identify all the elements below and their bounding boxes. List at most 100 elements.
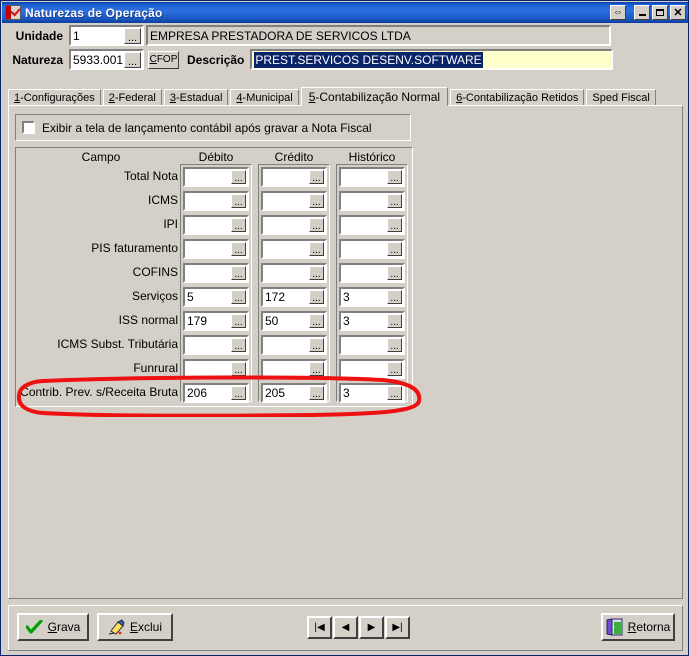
tab-contabilizacao-retidos[interactable]: 6 -Contabilização Retidos [450,89,585,106]
tab-municipal[interactable]: 4 -Municipal [230,89,299,106]
cell-lookup-button[interactable]: ... [387,218,402,232]
cell-credito-ipi[interactable]: ... [261,215,327,235]
cell-debito-iss-normal[interactable]: 179... [183,311,249,331]
cell-credito-total-nota[interactable]: ... [261,167,327,187]
cell-lookup-button[interactable]: ... [309,386,324,400]
cell-debito-funrural[interactable]: ... [183,359,249,379]
close-button[interactable]: ✕ [670,5,686,20]
minimize-button[interactable] [634,5,650,20]
cell-lookup-button[interactable]: ... [387,266,402,280]
nav-previous-button[interactable]: ◀ [333,616,358,639]
debito-column-header: Débito [198,150,234,164]
window-title: Naturezas de Operação [25,5,163,20]
cell-historico-contrib-prev[interactable]: 3... [339,383,405,403]
cell-lookup-button[interactable]: ... [387,362,402,376]
cell-historico-funrural[interactable]: ... [339,359,405,379]
cell-credito-cofins[interactable]: ... [261,263,327,283]
app-checkmark-icon [5,5,21,20]
cell-lookup-button[interactable]: ... [387,290,402,304]
cell-lookup-button[interactable]: ... [231,218,246,232]
cell-lookup-button[interactable]: ... [309,218,324,232]
tab-sped-fiscal[interactable]: Sped Fiscal [586,89,656,106]
cell-lookup-button[interactable]: ... [231,242,246,256]
cell-credito-contrib-prev[interactable]: 205... [261,383,327,403]
exclui-label: Exclui [129,620,163,634]
unidade-lookup-button[interactable]: ... [124,27,141,44]
cell-lookup-button[interactable]: ... [309,314,324,328]
cell-debito-pis-faturamento[interactable]: ... [183,239,249,259]
tab-label: -Municipal [242,91,293,104]
tab-estadual[interactable]: 3 -Estadual [163,89,229,106]
cell-lookup-button[interactable]: ... [231,362,246,376]
retorna-button[interactable]: Retorna [601,613,675,641]
cell-lookup-button[interactable]: ... [387,170,402,184]
cell-debito-servicos[interactable]: 5... [183,287,249,307]
cell-debito-ipi[interactable]: ... [183,215,249,235]
cell-historico-icms[interactable]: ... [339,191,405,211]
cell-lookup-button[interactable]: ... [309,170,324,184]
tab-contabilizacao-normal[interactable]: 5 -Contabilização Normal [300,87,449,106]
cell-credito-icms-subst-trib[interactable]: ... [261,335,327,355]
cell-value: 179 [187,314,208,328]
cell-lookup-button[interactable]: ... [387,338,402,352]
cell-credito-icms[interactable]: ... [261,191,327,211]
cell-debito-icms[interactable]: ... [183,191,249,211]
cell-debito-total-nota[interactable]: ... [183,167,249,187]
move-window-button[interactable]: ⇔ [610,5,626,20]
cell-historico-ipi[interactable]: ... [339,215,405,235]
cell-credito-pis-faturamento[interactable]: ... [261,239,327,259]
row-label-total-nota: Total Nota [123,169,178,183]
cb-label-pre: Exibir a tela de lançamento contábil apó… [42,120,265,135]
cell-lookup-button[interactable]: ... [309,290,324,304]
descricao-value: PREST.SERVICOS DESENV.SOFTWARE [254,51,483,68]
campo-column-header: Campo [81,150,121,164]
cell-lookup-button[interactable]: ... [387,314,402,328]
nav-next-button[interactable]: ▶ [359,616,384,639]
maximize-button[interactable] [652,5,668,20]
cell-lookup-button[interactable]: ... [231,170,246,184]
cell-lookup-button[interactable]: ... [231,194,246,208]
cfop-button[interactable]: C FOP [148,50,179,69]
cell-lookup-button[interactable]: ... [231,338,246,352]
tab-configuracoes[interactable]: 1 -Configurações [8,89,101,106]
unidade-label: Unidade [15,28,63,43]
cell-lookup-button[interactable]: ... [309,242,324,256]
cell-credito-servicos[interactable]: 172... [261,287,327,307]
cell-debito-icms-subst-trib[interactable]: ... [183,335,249,355]
natureza-input[interactable]: 5933.001 ... [69,49,144,70]
unidade-input[interactable]: 1 ... [69,25,144,46]
cell-lookup-button[interactable]: ... [309,194,324,208]
exclui-button[interactable]: Exclui [97,613,173,641]
cell-historico-servicos[interactable]: 3... [339,287,405,307]
empresa-display: EMPRESA PRESTADORA DE SERVICOS LTDA [146,25,611,46]
grava-button[interactable]: Grava [17,613,89,641]
tab-federal[interactable]: 2 -Federal [102,89,162,106]
cell-historico-pis-faturamento[interactable]: ... [339,239,405,259]
descricao-input[interactable]: PREST.SERVICOS DESENV.SOFTWARE [250,49,614,70]
cb-label-post: ravar a Nota Fiscal [270,120,372,135]
cell-lookup-button[interactable]: ... [231,386,246,400]
cell-historico-icms-subst-trib[interactable]: ... [339,335,405,355]
cell-lookup-button[interactable]: ... [387,194,402,208]
cell-lookup-button[interactable]: ... [309,338,324,352]
cell-credito-iss-normal[interactable]: 50... [261,311,327,331]
cell-lookup-button[interactable]: ... [309,362,324,376]
cell-lookup-button[interactable]: ... [387,242,402,256]
cell-debito-contrib-prev[interactable]: 206... [183,383,249,403]
cell-lookup-button[interactable]: ... [231,266,246,280]
cell-historico-iss-normal[interactable]: 3... [339,311,405,331]
cell-credito-funrural[interactable]: ... [261,359,327,379]
cell-lookup-button[interactable]: ... [387,386,402,400]
row-label-funrural: Funrural [133,361,178,373]
exibir-tela-checkbox[interactable] [22,121,35,134]
cell-lookup-button[interactable]: ... [309,266,324,280]
cell-historico-cofins[interactable]: ... [339,263,405,283]
nav-first-button[interactable]: |◀ [307,616,332,639]
cell-lookup-button[interactable]: ... [231,314,246,328]
nav-last-button[interactable]: ▶| [385,616,410,639]
cell-debito-cofins[interactable]: ... [183,263,249,283]
natureza-lookup-button[interactable]: ... [124,51,141,68]
cell-historico-total-nota[interactable]: ... [339,167,405,187]
cell-lookup-button[interactable]: ... [231,290,246,304]
tab-label: -Contabilização Normal [315,89,441,104]
